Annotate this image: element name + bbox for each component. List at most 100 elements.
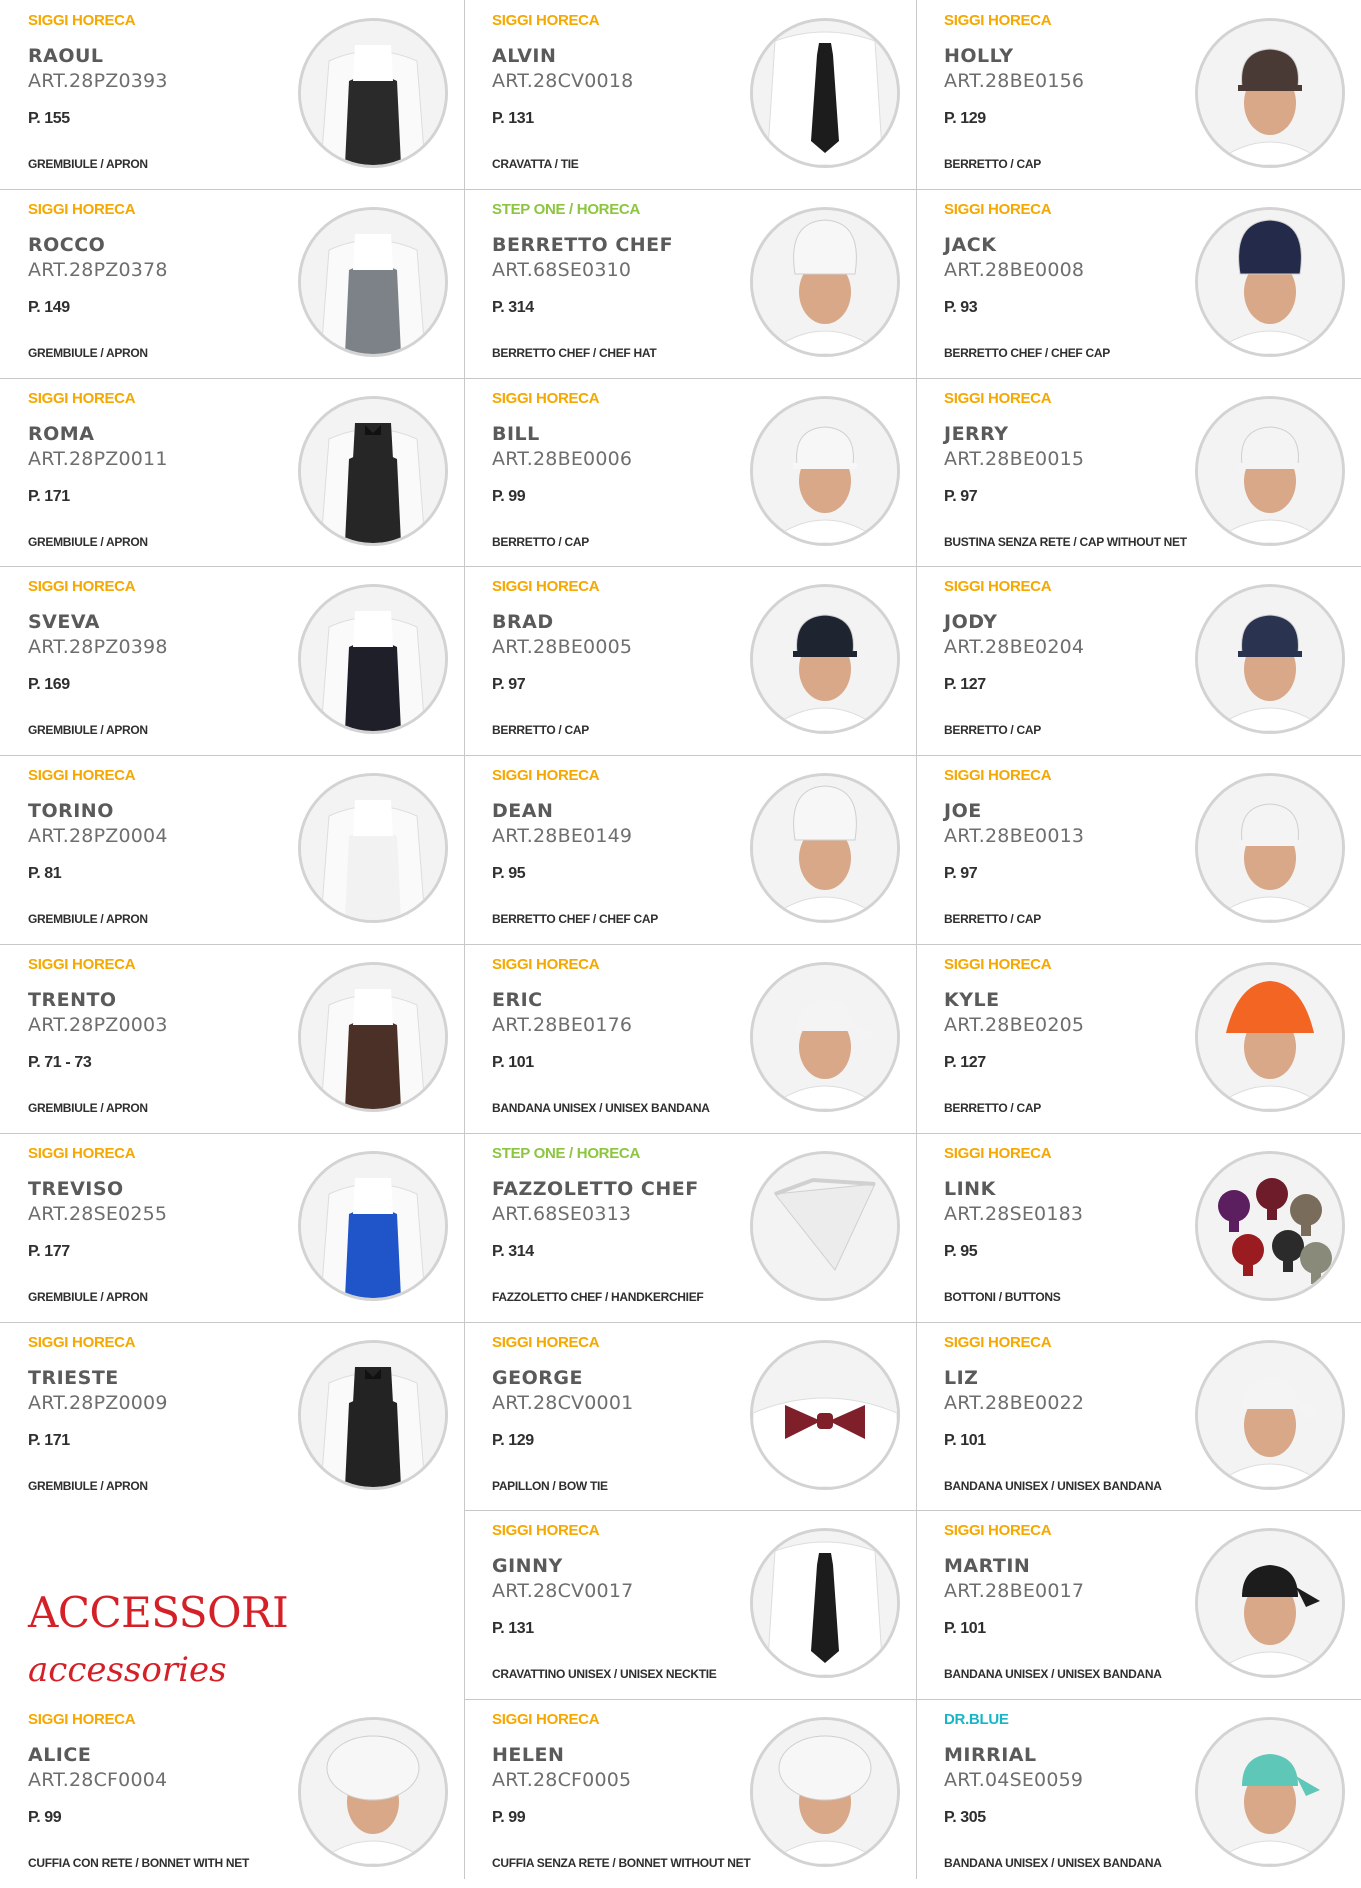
product-name: JOE — [944, 800, 982, 823]
product-photo — [298, 206, 448, 357]
category-label: BANDANA UNISEX / UNISEX BANDANA — [944, 1667, 1162, 1682]
article-code: ART.28CV0018 — [492, 70, 634, 92]
category-label: BERRETTO CHEF / CHEF HAT — [492, 345, 657, 360]
brand-label: SIGGI HORECA — [492, 12, 600, 29]
product-card: SIGGI HORECA LIZ ART.28BE0022 P. 101 BANDANA… — [916, 1322, 1361, 1511]
category-label: GREMBIULE / APRON — [28, 723, 148, 738]
brand-label: STEP ONE / HORECA — [492, 200, 640, 218]
product-photo — [1195, 584, 1345, 735]
product-card: SIGGI HORECA TRIESTE ART.28PZ0009 P. 171 GRE… — [0, 1322, 464, 1511]
brand-label: SIGGI HORECA — [492, 1333, 600, 1351]
product-photo — [1195, 1339, 1345, 1490]
product-name: TORINO — [28, 800, 114, 823]
product-card: SIGGI HORECA JOE ART.28BE0013 P. 97 BERRETTO… — [916, 755, 1361, 944]
product-photo — [298, 1150, 448, 1301]
article-code: ART.28PZ0009 — [28, 1391, 168, 1414]
brand-label: DR.BLUE — [944, 1711, 1009, 1729]
article-code: ART.28PZ0378 — [28, 258, 168, 281]
product-name: TRIESTE — [28, 1366, 119, 1389]
row-divider — [0, 1322, 464, 1323]
brand-label: SIGGI HORECA — [944, 578, 1052, 596]
category-label: BERRETTO / CAP — [944, 157, 1041, 171]
brand-label: SIGGI HORECA — [28, 200, 136, 218]
category-label: BERRETTO / CAP — [944, 1101, 1041, 1115]
page-reference: P. 155 — [28, 110, 70, 127]
product-name: KYLE — [944, 989, 1000, 1011]
article-code: ART.28PZ0393 — [28, 70, 168, 92]
product-card: SIGGI HORECA JODY ART.28BE0204 P. 127 BERRET… — [916, 566, 1361, 755]
brand-label: SIGGI HORECA — [492, 956, 600, 973]
page-reference: P. 129 — [944, 110, 986, 127]
brand-label: SIGGI HORECA — [944, 1333, 1052, 1351]
product-card: SIGGI HORECA JACK ART.28BE0008 P. 93 BERRETT… — [916, 189, 1361, 378]
page-reference: P. 149 — [28, 298, 70, 316]
product-card: SIGGI HORECA KYLE ART.28BE0205 P. 127 BERRET… — [916, 944, 1361, 1133]
row-divider — [916, 566, 1361, 567]
product-name: JERRY — [944, 422, 1009, 445]
product-card: SIGGI HORECA BRAD ART.28BE0005 P. 97 BERRETT… — [464, 566, 916, 755]
product-card: STEP ONE / HORECA BERRETTO CHEF ART.68SE03… — [464, 189, 916, 378]
page-reference: P. 95 — [944, 1242, 978, 1260]
brand-label: SIGGI HORECA — [944, 1522, 1052, 1540]
page-reference: P. 93 — [944, 298, 978, 316]
product-photo — [750, 1150, 900, 1301]
product-name: JACK — [944, 233, 997, 256]
article-code: ART.28BE0149 — [492, 825, 633, 848]
article-code: ART.28BE0022 — [944, 1391, 1085, 1414]
product-name: ROMA — [28, 422, 95, 445]
page-reference: P. 101 — [944, 1431, 986, 1449]
product-card: SIGGI HORECA DEAN ART.28BE0149 P. 95 BERRETT… — [464, 755, 916, 944]
row-divider — [0, 755, 464, 756]
page-reference: P. 97 — [944, 487, 978, 505]
brand-label: SIGGI HORECA — [492, 389, 600, 407]
product-photo — [750, 395, 900, 546]
row-divider — [464, 1699, 916, 1700]
product-photo — [750, 773, 900, 924]
row-divider — [916, 755, 1361, 756]
page-reference: P. 171 — [28, 1431, 70, 1449]
brand-label: SIGGI HORECA — [944, 389, 1052, 407]
product-name: HELEN — [492, 1744, 565, 1767]
product-card: SIGGI HORECA TORINO ART.28PZ0004 P. 81 GREMB… — [0, 755, 464, 944]
brand-label: SIGGI HORECA — [28, 767, 136, 785]
product-card: SIGGI HORECA BILL ART.28BE0006 P. 99 BERRETT… — [464, 378, 916, 567]
article-code: ART.28BE0176 — [492, 1014, 633, 1036]
article-code: ART.28BE0205 — [944, 1014, 1085, 1036]
product-card: SIGGI HORECA HELEN ART.28CF0005 P. 99 CUFFIA… — [464, 1699, 916, 1888]
product-card: SIGGI HORECA JERRY ART.28BE0015 P. 97 BUSTIN… — [916, 378, 1361, 567]
page-reference: P. 127 — [944, 676, 986, 694]
category-label: BOTTONI / BUTTONS — [944, 1289, 1061, 1304]
column-divider — [464, 0, 465, 1879]
row-divider — [464, 1322, 916, 1323]
section-title: ACCESSORI — [28, 1588, 289, 1638]
category-label: BANDANA UNISEX / UNISEX BANDANA — [944, 1856, 1162, 1871]
product-name: MIRRIAL — [944, 1744, 1037, 1767]
category-label: FAZZOLETTO CHEF / HANDKERCHIEF — [492, 1289, 704, 1304]
product-name: GINNY — [492, 1555, 563, 1578]
article-code: ART.28SE0255 — [28, 1202, 168, 1225]
brand-label: SIGGI HORECA — [28, 12, 136, 29]
product-photo — [750, 1528, 900, 1679]
row-divider — [0, 189, 464, 190]
product-photo — [298, 773, 448, 924]
page-reference: P. 314 — [492, 298, 534, 316]
brand-label: SIGGI HORECA — [28, 1711, 136, 1729]
page-reference: P. 305 — [944, 1809, 986, 1827]
row-divider — [464, 944, 916, 945]
brand-label: SIGGI HORECA — [944, 1144, 1052, 1162]
product-name: RAOUL — [28, 45, 104, 67]
page-reference: P. 171 — [28, 487, 70, 505]
page-reference: P. 71 - 73 — [28, 1054, 92, 1071]
product-card: SIGGI HORECA ERIC ART.28BE0176 P. 101 BANDAN… — [464, 944, 916, 1133]
category-label: BANDANA UNISEX / UNISEX BANDANA — [944, 1478, 1162, 1493]
page-reference: P. 99 — [28, 1809, 62, 1827]
article-code: ART.68SE0313 — [492, 1202, 632, 1225]
category-label: BERRETTO / CAP — [944, 723, 1041, 738]
product-photo — [750, 18, 900, 168]
product-card: SIGGI HORECA LINK ART.28SE0183 P. 95 BOTTONI… — [916, 1133, 1361, 1322]
product-photo — [298, 962, 448, 1112]
product-photo — [1195, 962, 1345, 1112]
product-name: LINK — [944, 1177, 996, 1200]
category-label: GREMBIULE / APRON — [28, 1101, 148, 1115]
product-photo — [1195, 773, 1345, 924]
